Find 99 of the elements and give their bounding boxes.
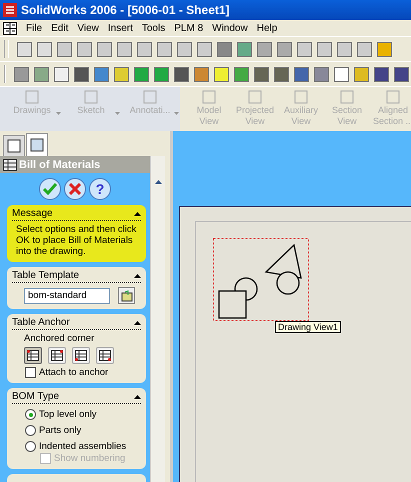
bom-type-radio[interactable]: Top level only: [12, 404, 141, 420]
toolbar-icon[interactable]: [374, 66, 389, 82]
group-title: BOM Type: [12, 391, 60, 402]
toolbar-icon[interactable]: [337, 42, 352, 56]
help-button[interactable]: ?: [89, 178, 111, 200]
toolbar-icon[interactable]: [117, 42, 132, 56]
toolbar-icon[interactable]: [94, 66, 109, 82]
tab-icon: [30, 138, 44, 152]
tab-icon: [7, 139, 21, 153]
tooltip: Drawing View1: [275, 321, 341, 333]
toolbar-icon[interactable]: [157, 42, 172, 56]
anchor-corner-button[interactable]: [24, 347, 42, 364]
ok-button[interactable]: [39, 178, 61, 200]
table-icon: [27, 350, 39, 361]
menu-item[interactable]: View: [77, 22, 99, 34]
toolbar-icon[interactable]: [297, 42, 312, 56]
anchored-corner-label: Anchored corner: [23, 332, 96, 344]
window-title: SolidWorks 2006 - [5006-01 - Sheet1]: [21, 3, 230, 17]
toolbar-icon[interactable]: [114, 66, 129, 82]
toolbar-icon[interactable]: [377, 42, 392, 56]
panel-tab[interactable]: [3, 135, 25, 156]
panel-tab[interactable]: [26, 133, 48, 156]
close-icon: [69, 183, 81, 195]
menu-item[interactable]: Edit: [51, 22, 68, 34]
command-icon: [294, 90, 308, 104]
toolbar-icon[interactable]: [77, 42, 92, 56]
toolbar-icon[interactable]: [214, 66, 229, 82]
toolbar-icon[interactable]: [237, 42, 252, 56]
browse-button[interactable]: [118, 287, 135, 304]
cancel-button[interactable]: [64, 178, 86, 200]
command-icon: [248, 90, 262, 104]
toolbar-icon[interactable]: [274, 66, 289, 82]
collapse-icon[interactable]: [134, 274, 141, 278]
template-field[interactable]: bom-standard: [24, 288, 110, 304]
toolbar-icon[interactable]: [134, 66, 149, 82]
toolbar-icon[interactable]: [354, 66, 369, 82]
document-grid-icon[interactable]: [3, 22, 17, 34]
table-icon: [51, 350, 63, 361]
toolbar-icon[interactable]: [137, 42, 152, 56]
toolbar-icon[interactable]: [277, 42, 292, 56]
menu-item[interactable]: Window: [212, 22, 248, 34]
bom-type-radio[interactable]: Indented assemblies: [12, 436, 141, 452]
menu-item[interactable]: Tools: [142, 22, 166, 34]
bom-type-radio[interactable]: Parts only: [12, 420, 141, 436]
menu-item[interactable]: Help: [256, 22, 278, 34]
toolbar-icon[interactable]: [34, 66, 49, 82]
caret-icon[interactable]: [174, 112, 179, 115]
toolbar-icon[interactable]: [314, 66, 329, 82]
scrollbar[interactable]: [150, 156, 165, 482]
command-icon: [25, 90, 39, 104]
toolbar-icon[interactable]: [17, 42, 32, 56]
toolbar-icon[interactable]: [217, 42, 232, 56]
toolbar-icon[interactable]: [334, 66, 349, 82]
command-icon: [386, 90, 400, 104]
toolbar-icon[interactable]: [254, 66, 269, 82]
toolbar-icon[interactable]: [177, 42, 192, 56]
caret-icon[interactable]: [56, 112, 61, 115]
table-icon: [99, 350, 111, 361]
toolbar-icon[interactable]: [57, 42, 72, 56]
folder-icon: [120, 290, 132, 302]
toolbar-icon[interactable]: [357, 42, 372, 56]
menu-item[interactable]: File: [26, 22, 42, 34]
toolbar-icon[interactable]: [54, 66, 69, 82]
toolbar-icon[interactable]: [37, 42, 52, 56]
toolbar-icon[interactable]: [74, 66, 89, 82]
collapse-icon[interactable]: [134, 320, 141, 324]
table-icon: [3, 158, 17, 170]
group-title: Table Anchor: [12, 317, 70, 328]
anchor-corner-button[interactable]: [72, 347, 90, 364]
toolbar-icon[interactable]: [257, 42, 272, 56]
menu-item[interactable]: PLM 8: [174, 22, 204, 34]
toolbar-icon[interactable]: [197, 42, 212, 56]
group-title: Table Template: [12, 270, 80, 281]
toolbar-icon[interactable]: [317, 42, 332, 56]
toolbar-icon[interactable]: [154, 66, 169, 82]
toolbar-icon[interactable]: [194, 66, 209, 82]
scroll-up-icon[interactable]: [154, 180, 162, 184]
command-icon: [84, 90, 98, 104]
attach-to-anchor-checkbox[interactable]: Attach to anchor: [12, 364, 141, 378]
toolbar-icon[interactable]: [174, 66, 189, 82]
toolbar-icon[interactable]: [14, 66, 29, 82]
collapse-icon[interactable]: [134, 394, 141, 398]
caret-icon[interactable]: [115, 112, 120, 115]
command-icon: [202, 90, 216, 104]
collapse-icon[interactable]: [134, 212, 141, 216]
toolbar-icon[interactable]: [294, 66, 309, 82]
message-text: Select options and then click OK to place Bill of Materials into the drawing.: [15, 223, 138, 257]
group-title: Message: [12, 208, 53, 219]
command-icon: [340, 90, 354, 104]
toolbar-icon[interactable]: [234, 66, 249, 82]
command-icon: [143, 90, 157, 104]
panel-title: Bill of Materials: [19, 158, 100, 170]
toolbar-icon[interactable]: [97, 42, 112, 56]
toolbar-icon[interactable]: [394, 66, 409, 82]
menu-item[interactable]: Insert: [108, 22, 133, 34]
anchor-corner-button[interactable]: [48, 347, 66, 364]
anchor-corner-button[interactable]: [96, 347, 114, 364]
table-icon: [75, 350, 87, 361]
checkmark-icon: [43, 183, 57, 195]
